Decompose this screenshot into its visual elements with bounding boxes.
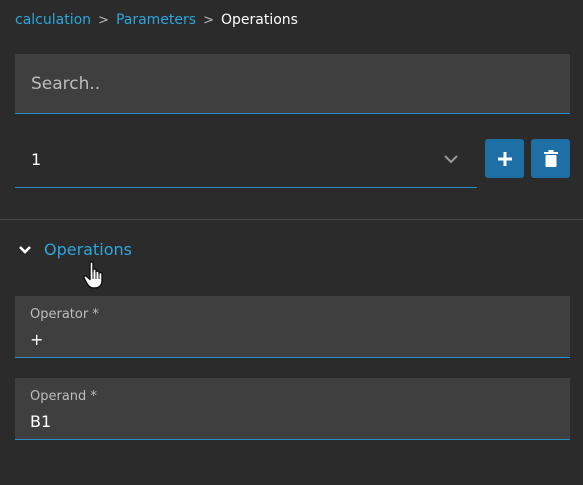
breadcrumb-link-parameters[interactable]: Parameters [116, 12, 196, 28]
operator-label: Operator * [30, 307, 99, 322]
operator-field[interactable]: Operator * + [15, 296, 570, 358]
select-value: 1 [31, 150, 42, 169]
chevron-down-icon [19, 245, 31, 254]
trash-icon [543, 150, 558, 167]
operand-field[interactable]: Operand * B1 [15, 378, 570, 440]
breadcrumb: calculation > Parameters > Operations [15, 12, 298, 28]
breadcrumb-separator: > [203, 12, 214, 28]
operation-select[interactable]: 1 [15, 130, 477, 188]
delete-button[interactable] [531, 139, 570, 178]
operator-value: + [30, 330, 44, 349]
operand-label: Operand * [30, 389, 97, 404]
plus-icon [497, 151, 512, 166]
operand-value: B1 [30, 412, 52, 431]
breadcrumb-link-calculation[interactable]: calculation [15, 12, 91, 28]
chevron-down-icon [444, 155, 458, 164]
section-title: Operations [44, 240, 132, 259]
breadcrumb-current: Operations [220, 12, 298, 28]
section-divider [0, 219, 583, 220]
search-input[interactable] [15, 54, 570, 113]
operations-section-toggle[interactable]: Operations [18, 240, 132, 259]
add-button[interactable] [485, 139, 524, 178]
search-box [15, 54, 570, 114]
hand-pointer-icon [83, 261, 103, 289]
breadcrumb-separator: > [98, 12, 109, 28]
